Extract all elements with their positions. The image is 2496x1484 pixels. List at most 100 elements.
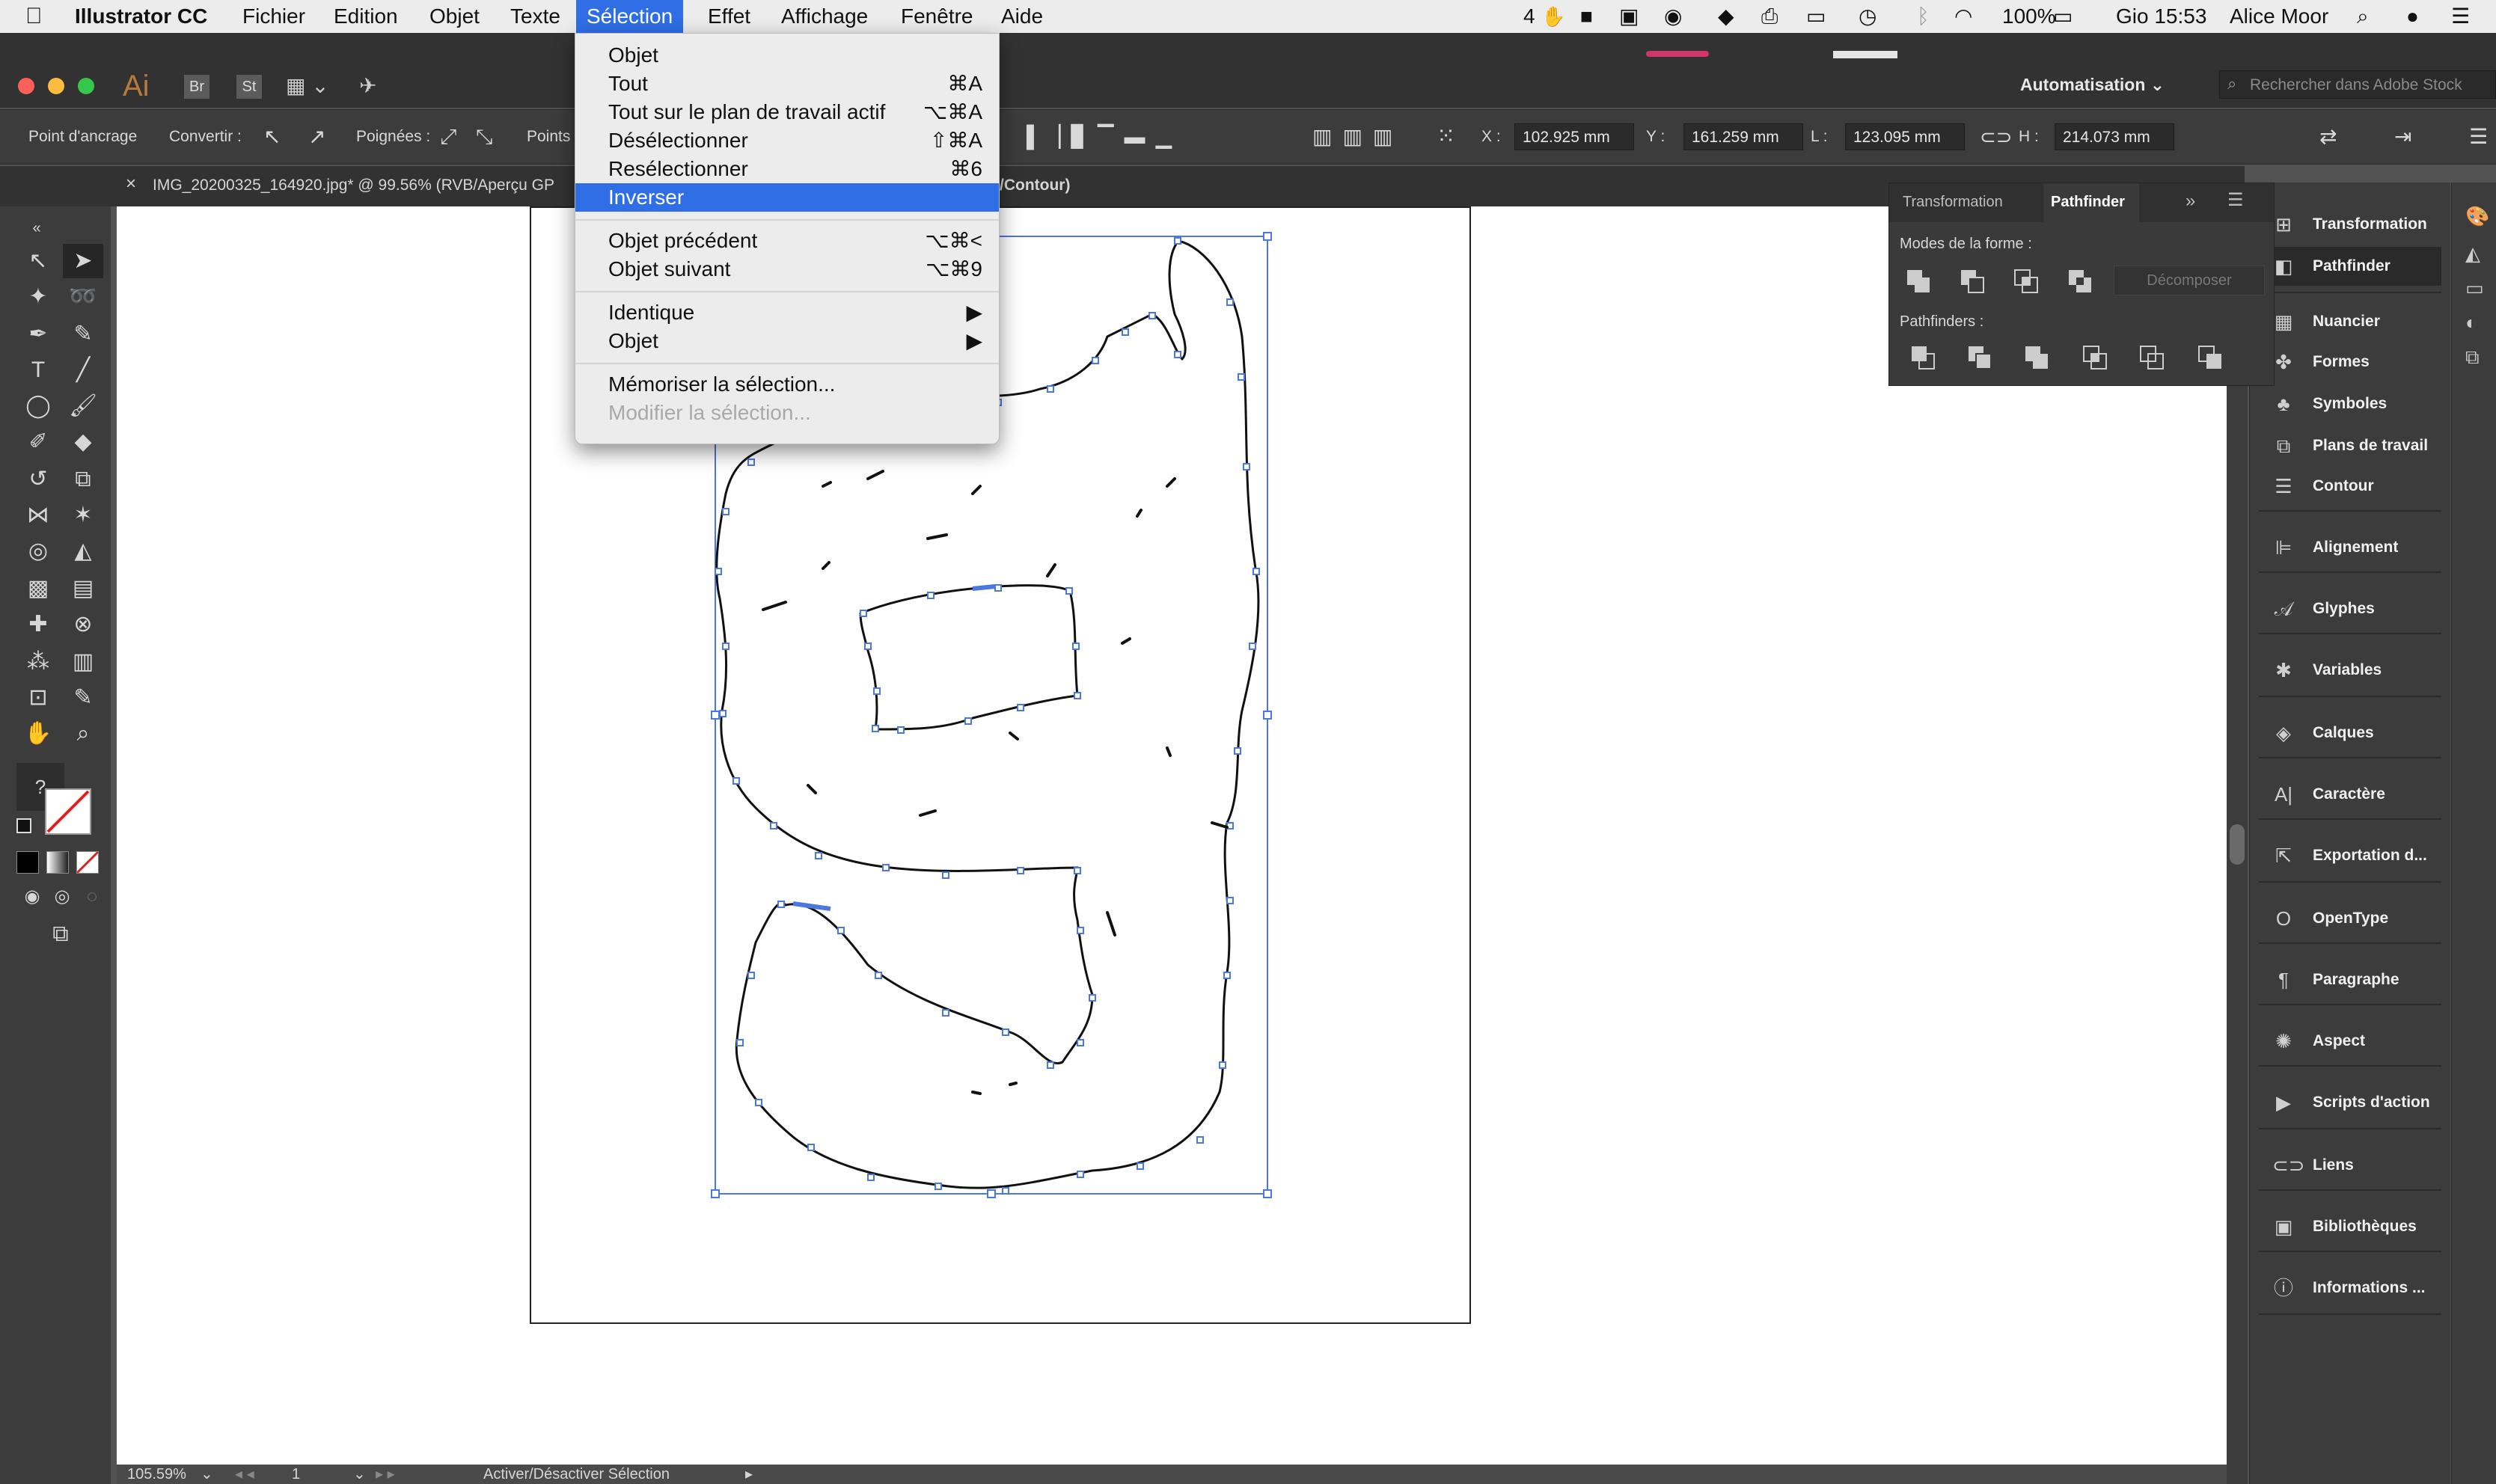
menu-item-tout-sur-le-plan-de-travail-actif[interactable]: Tout sur le plan de travail actif ⌥⌘A: [575, 98, 999, 126]
mesh-tool-icon[interactable]: ▩: [18, 571, 58, 606]
paintbrush-tool-icon[interactable]: 🖌: [63, 389, 103, 423]
gpu-performance-icon[interactable]: ✈: [359, 73, 376, 98]
menu-affichage[interactable]: Affichage: [781, 0, 868, 33]
vertical-scrollbar[interactable]: [2227, 206, 2248, 1484]
blend-tool-icon[interactable]: ⊗: [63, 607, 103, 642]
x-field[interactable]: 102.925 mm: [1514, 123, 1634, 150]
selected-segment[interactable]: [792, 901, 831, 911]
dock-item-pathfinder[interactable]: ◧ Pathfinder: [2259, 247, 2441, 286]
document-tab-title-tail[interactable]: /Contour): [1000, 177, 1070, 194]
minimize-window-button[interactable]: [48, 78, 64, 94]
gradient-panel-icon[interactable]: ◭: [2465, 242, 2480, 266]
eyedropper-tool-icon[interactable]: ✚: [18, 607, 58, 642]
menu-item-objet-précédent[interactable]: Objet précédent ⌥⌘<: [575, 227, 999, 255]
zoom-tool-icon[interactable]: ⌕: [63, 717, 103, 751]
menu-fichier[interactable]: Fichier: [242, 0, 305, 33]
camera-icon[interactable]: ■: [1580, 0, 1593, 33]
perspective-grid-tool-icon[interactable]: ◭: [63, 534, 103, 568]
menu-objet[interactable]: Objet: [429, 0, 480, 33]
menu-item-désélectionner[interactable]: Désélectionner ⇧⌘A: [575, 126, 999, 155]
image-trace-panel-icon[interactable]: ◐: [2465, 311, 2477, 334]
dock-item-opentype[interactable]: O OpenType: [2259, 899, 2441, 938]
dock-item-info[interactable]: ⓘ Informations ...: [2259, 1269, 2441, 1307]
dock-item-paragraph[interactable]: ¶ Paragraphe: [2259, 960, 2441, 999]
siri-icon[interactable]: ●: [2406, 0, 2419, 33]
dock-item-transform[interactable]: ⊞ Transformation: [2259, 205, 2441, 244]
airplay-icon[interactable]: ▭: [1806, 0, 1826, 33]
dock-item-symbols[interactable]: ♣ Symboles: [2259, 384, 2441, 423]
selected-segment[interactable]: [972, 584, 996, 591]
direct-selection-tool-icon[interactable]: ➤: [63, 244, 103, 278]
line-tool-icon[interactable]: ╱: [63, 353, 103, 387]
y-field[interactable]: 161.259 mm: [1683, 123, 1803, 150]
artboard-tool-icon[interactable]: ⊡: [18, 681, 58, 715]
show-handles-icon[interactable]: ⤢: [440, 110, 456, 164]
apple-icon[interactable]: : [25, 0, 43, 33]
zoom-window-button[interactable]: [78, 78, 94, 94]
inner-hole-path[interactable]: [859, 584, 1079, 731]
artboard-nav-prev-icon[interactable]: ◂ ◂: [235, 1465, 254, 1483]
control-menu-icon[interactable]: ☰: [2469, 110, 2488, 164]
type-tool-icon[interactable]: T: [18, 353, 58, 387]
bridge-button[interactable]: Br: [184, 75, 209, 99]
menu-item-identique[interactable]: Identique ▶: [575, 298, 999, 327]
screen-mode-icon[interactable]: ⧉: [40, 917, 81, 951]
default-colors-icon[interactable]: [16, 818, 31, 833]
dock-item-character[interactable]: A| Caractère: [2259, 775, 2441, 814]
tools-collapse-icon[interactable]: «: [16, 211, 57, 245]
ellipse-tool-icon[interactable]: ◯: [18, 389, 58, 423]
color-mode-icon[interactable]: [16, 851, 39, 874]
close-window-button[interactable]: [18, 78, 34, 94]
hand-tool-icon[interactable]: ✋: [18, 717, 58, 751]
minus-back-icon[interactable]: [2196, 343, 2224, 372]
hide-handles-icon[interactable]: ⤡: [476, 110, 492, 164]
menu-item-inverser[interactable]: Inverser: [575, 183, 999, 212]
dock-item-appearance[interactable]: ✺ Aspect: [2259, 1022, 2441, 1061]
stock-search[interactable]: ⌕ Rechercher dans Adobe Stock: [2219, 70, 2496, 99]
menu-aide[interactable]: Aide: [1001, 0, 1043, 33]
reference-point-icon[interactable]: ⁙: [1437, 110, 1455, 164]
time-machine-icon[interactable]: ◷: [1859, 0, 1876, 33]
dock-item-brushes[interactable]: ✤ Formes: [2259, 343, 2441, 381]
arrange-documents-icon[interactable]: ▦ ⌄: [286, 73, 329, 98]
zoom-dropdown-icon[interactable]: ⌄: [201, 1465, 213, 1483]
window-icon[interactable]: ▣: [1619, 0, 1639, 33]
unite-icon[interactable]: [1904, 267, 1933, 295]
width-tool-icon[interactable]: ⋈: [18, 498, 58, 533]
artboard-number[interactable]: 1: [292, 1466, 300, 1483]
artboard-dropdown-icon[interactable]: ⌄: [353, 1465, 366, 1483]
curvature-tool-icon[interactable]: ✎: [63, 317, 103, 352]
document-tab-title[interactable]: IMG_20200325_164920.jpg* @ 99.56% (RVB/A…: [153, 177, 554, 194]
minus-front-icon[interactable]: [1958, 267, 1986, 295]
status-menu-icon[interactable]: ▸: [745, 1465, 753, 1483]
pen-tool-icon[interactable]: ✒: [18, 317, 58, 352]
divide-icon[interactable]: [1909, 343, 1937, 372]
trim-icon[interactable]: [1966, 343, 1994, 372]
convert-corner-icon[interactable]: ↖: [263, 110, 281, 164]
workspace-switcher[interactable]: Automatisation ⌄: [2020, 75, 2165, 95]
dock-item-swatches[interactable]: ▦ Nuancier: [2259, 302, 2441, 341]
transparency-panel-icon[interactable]: ▭: [2465, 277, 2484, 300]
symbol-sprayer-tool-icon[interactable]: ⁂: [18, 645, 58, 679]
dock-item-stroke[interactable]: ☰ Contour: [2259, 467, 2441, 506]
gradient-mode-icon[interactable]: [46, 851, 69, 874]
menu-selection[interactable]: Sélection: [576, 0, 684, 33]
dock-item-glyphs[interactable]: 𝒜 Glyphes: [2259, 589, 2441, 628]
asset-export-panel-icon[interactable]: ⧉: [2465, 346, 2480, 370]
crop-icon[interactable]: [2081, 343, 2109, 372]
align-buttons-icon[interactable]: ▐▕▊▔▬▁: [1019, 110, 1182, 164]
bluetooth-icon[interactable]: ᛒ: [1917, 0, 1930, 33]
puppet-warp-tool-icon[interactable]: ✶: [63, 498, 103, 533]
height-field[interactable]: 214.073 mm: [2055, 123, 2174, 150]
close-tab-icon[interactable]: ×: [126, 174, 136, 194]
zoom-level[interactable]: 105.59%: [127, 1466, 186, 1483]
convert-smooth-icon[interactable]: ↗: [308, 110, 325, 164]
transform-options-icon[interactable]: ⇄: [2319, 110, 2337, 164]
tab-transformation[interactable]: Transformation: [1903, 194, 2003, 211]
menu-item-objet[interactable]: Objet: [575, 41, 999, 70]
dock-item-export[interactable]: ⇱ Exportation d...: [2259, 836, 2441, 875]
menu-item-resélectionner[interactable]: Resélectionner ⌘6: [575, 155, 999, 183]
merge-icon[interactable]: [2022, 343, 2051, 372]
scale-tool-icon[interactable]: ⧉: [63, 462, 103, 497]
menu-item-mémoriser-la-sélection[interactable]: Mémoriser la sélection...: [575, 370, 999, 399]
